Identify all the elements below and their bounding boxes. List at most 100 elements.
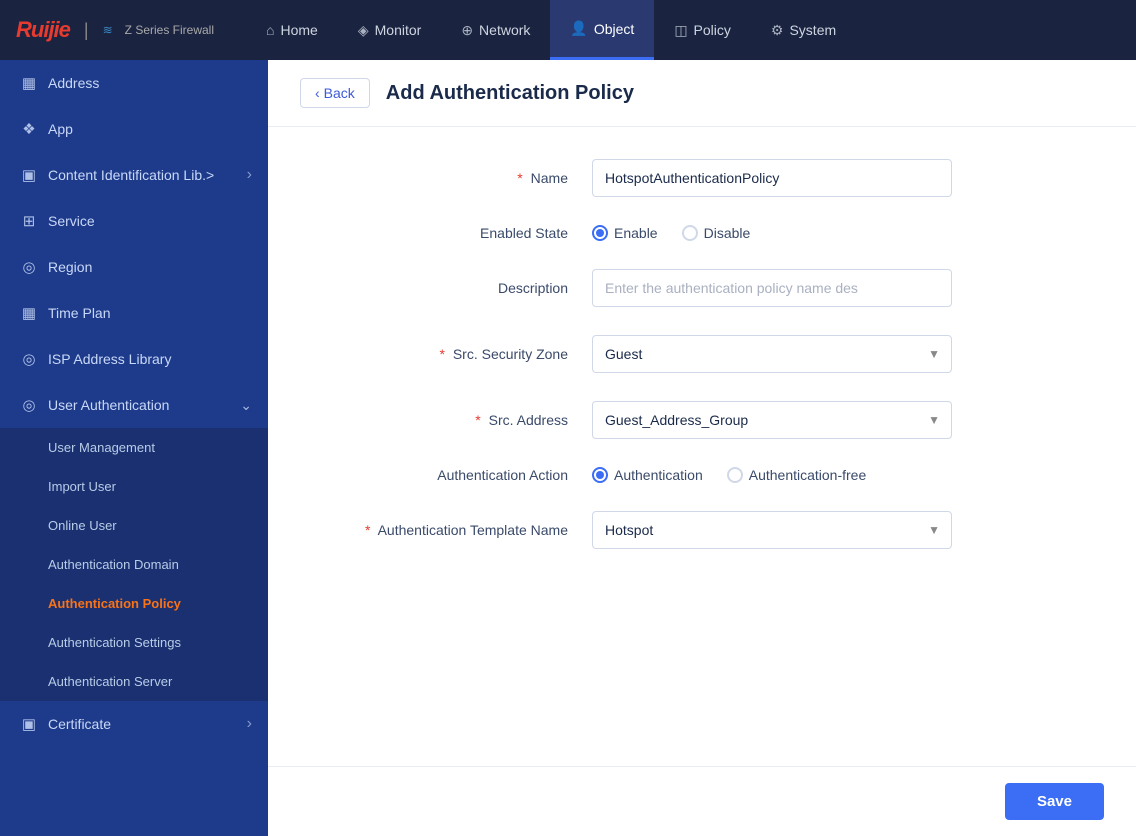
nav-policy-label: Policy — [694, 22, 731, 38]
page-header: ‹ Back Add Authentication Policy — [268, 60, 1136, 127]
sidebar-item-label: User Authentication — [48, 397, 169, 413]
sidebar-item-auth-server[interactable]: Authentication Server — [0, 662, 268, 701]
sidebar-item-label: Service — [48, 213, 95, 229]
sidebar-item-auth-settings[interactable]: Authentication Settings — [0, 623, 268, 662]
body-layout: ▦ Address ❖ App ▣ Content Identification… — [0, 60, 1136, 836]
enable-option[interactable]: Enable — [592, 225, 658, 241]
auth-free-option-label: Authentication-free — [749, 467, 867, 483]
auth-free-option[interactable]: Authentication-free — [727, 467, 867, 483]
disable-option[interactable]: Disable — [682, 225, 751, 241]
src-zone-select[interactable]: Guest — [592, 335, 952, 373]
nav-monitor[interactable]: ◈ Monitor — [338, 0, 441, 60]
nav-policy[interactable]: ◫ Policy — [654, 0, 751, 60]
auth-free-radio[interactable] — [727, 467, 743, 483]
form-row-auth-action: Authentication Action Authentication Aut… — [316, 467, 1088, 483]
sidebar-item-service[interactable]: ⊞ Service — [0, 198, 268, 244]
auth-template-select-wrapper: Hotspot ▼ — [592, 511, 952, 549]
sidebar-item-import-user[interactable]: Import User — [0, 467, 268, 506]
time-plan-icon: ▦ — [20, 304, 38, 322]
main-content: ‹ Back Add Authentication Policy * Name — [268, 60, 1136, 836]
nav-home[interactable]: ⌂ Home — [246, 0, 338, 60]
auth-action-radio-group: Authentication Authentication-free — [592, 467, 866, 483]
sidebar-item-label: ISP Address Library — [48, 351, 171, 367]
region-icon: ◎ — [20, 258, 38, 276]
enabled-state-radio-group: Enable Disable — [592, 225, 750, 241]
form-row-auth-template: * Authentication Template Name Hotspot ▼ — [316, 511, 1088, 549]
auth-option-label: Authentication — [614, 467, 703, 483]
nav-items: ⌂ Home ◈ Monitor ⊕ Network 👤 Object ◫ Po… — [246, 0, 856, 60]
sidebar-item-auth-policy[interactable]: Authentication Policy — [0, 584, 268, 623]
nav-network[interactable]: ⊕ Network — [441, 0, 550, 60]
sidebar-item-label: Content Identification Lib.> — [48, 167, 214, 183]
auth-radio[interactable] — [592, 467, 608, 483]
home-icon: ⌂ — [266, 22, 274, 38]
nav-system[interactable]: ⚙ System — [751, 0, 856, 60]
enable-radio-inner — [596, 229, 604, 237]
disable-radio[interactable] — [682, 225, 698, 241]
back-button[interactable]: ‹ Back — [300, 78, 370, 108]
sidebar-item-online-user[interactable]: Online User — [0, 506, 268, 545]
description-label: Description — [316, 280, 576, 296]
name-input[interactable] — [592, 159, 952, 197]
form-area: * Name Enabled State — [268, 127, 1136, 766]
disable-label: Disable — [704, 225, 751, 241]
sidebar-item-address[interactable]: ▦ Address — [0, 60, 268, 106]
sidebar-sub-menu: User Management Import User Online User … — [0, 428, 268, 701]
sidebar-item-auth-domain[interactable]: Authentication Domain — [0, 545, 268, 584]
form-row-description: Description — [316, 269, 1088, 307]
src-address-label: * Src. Address — [316, 412, 576, 428]
nav-object-label: Object — [594, 21, 634, 37]
top-nav: Ruijie | ≋ Z Series Firewall ⌂ Home ◈ Mo… — [0, 0, 1136, 60]
sidebar-item-label: Address — [48, 75, 99, 91]
system-icon: ⚙ — [771, 22, 784, 39]
auth-template-label: * Authentication Template Name — [316, 522, 576, 538]
form-row-src-address: * Src. Address Guest_Address_Group ▼ — [316, 401, 1088, 439]
enabled-state-label: Enabled State — [316, 225, 576, 241]
logo-subtitle: Z Series Firewall — [125, 23, 214, 37]
nav-system-label: System — [789, 22, 836, 38]
enable-radio[interactable] — [592, 225, 608, 241]
sidebar-item-content-id[interactable]: ▣ Content Identification Lib.> — [0, 152, 268, 198]
form-row-src-zone: * Src. Security Zone Guest ▼ — [316, 335, 1088, 373]
nav-object[interactable]: 👤 Object — [550, 0, 654, 60]
auth-option[interactable]: Authentication — [592, 467, 703, 483]
sidebar-item-user-auth[interactable]: ◎ User Authentication — [0, 382, 268, 428]
auth-template-select[interactable]: Hotspot — [592, 511, 952, 549]
address-icon: ▦ — [20, 74, 38, 92]
sidebar-item-isp[interactable]: ◎ ISP Address Library — [0, 336, 268, 382]
policy-icon: ◫ — [674, 22, 687, 39]
app-icon: ❖ — [20, 120, 38, 138]
src-address-select-wrapper: Guest_Address_Group ▼ — [592, 401, 952, 439]
sidebar-item-user-mgmt[interactable]: User Management — [0, 428, 268, 467]
logo-text: Ruijie — [16, 17, 70, 43]
save-button[interactable]: Save — [1005, 783, 1104, 820]
nav-monitor-label: Monitor — [375, 22, 422, 38]
sidebar-item-region[interactable]: ◎ Region — [0, 244, 268, 290]
nav-network-label: Network — [479, 22, 530, 38]
object-icon: 👤 — [570, 20, 587, 37]
back-label: Back — [324, 85, 355, 101]
auth-action-label: Authentication Action — [316, 467, 576, 483]
back-chevron-icon: ‹ — [315, 85, 320, 101]
auth-radio-inner — [596, 471, 604, 479]
monitor-icon: ◈ — [358, 22, 369, 39]
sidebar-item-time-plan[interactable]: ▦ Time Plan — [0, 290, 268, 336]
sidebar-item-certificate[interactable]: ▣ Certificate — [0, 701, 268, 747]
service-icon: ⊞ — [20, 212, 38, 230]
page-footer: Save — [268, 766, 1136, 836]
form-row-name: * Name — [316, 159, 1088, 197]
page-container: ‹ Back Add Authentication Policy * Name — [268, 60, 1136, 836]
sidebar-item-app[interactable]: ❖ App — [0, 106, 268, 152]
sidebar: ▦ Address ❖ App ▣ Content Identification… — [0, 60, 268, 836]
form-row-enabled-state: Enabled State Enable Disable — [316, 225, 1088, 241]
sidebar-item-label: Region — [48, 259, 92, 275]
isp-icon: ◎ — [20, 350, 38, 368]
page-title: Add Authentication Policy — [386, 82, 634, 105]
certificate-icon: ▣ — [20, 715, 38, 733]
content-id-icon: ▣ — [20, 166, 38, 184]
src-zone-label: * Src. Security Zone — [316, 346, 576, 362]
description-input[interactable] — [592, 269, 952, 307]
src-address-select[interactable]: Guest_Address_Group — [592, 401, 952, 439]
user-auth-icon: ◎ — [20, 396, 38, 414]
network-icon: ⊕ — [461, 22, 473, 39]
